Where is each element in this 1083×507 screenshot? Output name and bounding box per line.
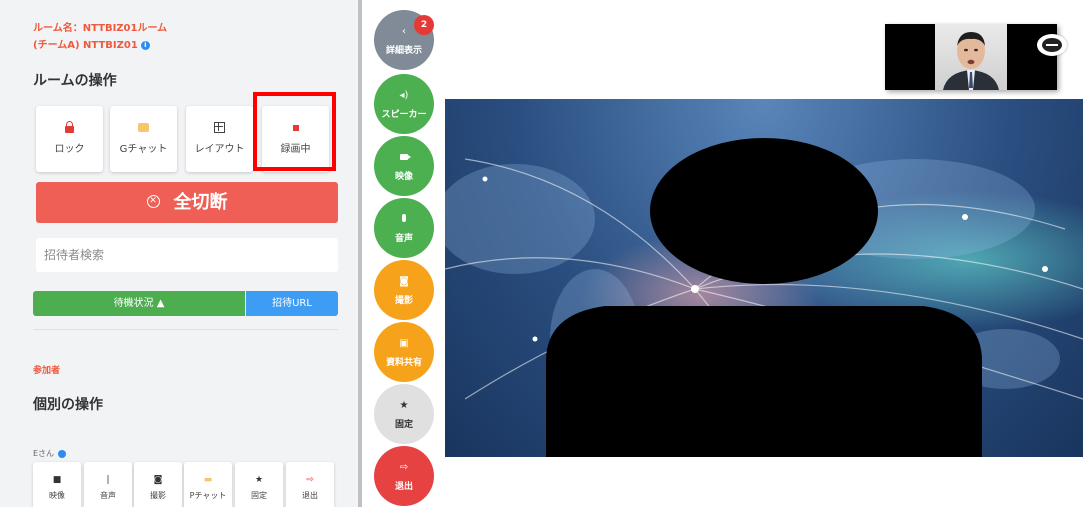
pin-label: 固定 bbox=[394, 420, 413, 430]
member-video-button[interactable]: ■ 映像 bbox=[33, 462, 81, 507]
member-private-chat-button[interactable]: ▬ Pチャット bbox=[184, 462, 232, 507]
layout-button[interactable]: レイアウト bbox=[186, 106, 253, 172]
room-control-panel: ルーム名：NTTBIZ01ルーム (チームA) NTTBIZ01 i ルームの操作… bbox=[0, 0, 362, 507]
individual-ops-title: 個別の操作 bbox=[33, 397, 103, 413]
speaker-icon: ◂) bbox=[399, 90, 409, 101]
participants-label: 参加者 bbox=[33, 366, 61, 376]
member-pin-label: 固定 bbox=[251, 491, 267, 500]
snapshot-label: 撮影 bbox=[394, 296, 413, 306]
self-video-thumbnail bbox=[935, 24, 1007, 90]
speaker-label: スピーカー bbox=[381, 110, 427, 120]
layout-icon bbox=[186, 122, 253, 134]
disconnect-all-label: 全切断 bbox=[173, 192, 228, 213]
world-network-background bbox=[445, 138, 1083, 457]
member-snapshot-button[interactable]: ◙ 撮影 bbox=[134, 462, 182, 507]
member-snapshot-label: 撮影 bbox=[150, 491, 166, 500]
room-name-line2: (チームA) NTTBIZ01 bbox=[33, 40, 138, 51]
recording-highlight-box bbox=[253, 92, 336, 171]
member-video-label: 映像 bbox=[49, 491, 65, 500]
video-button[interactable]: 映像 bbox=[374, 136, 434, 196]
detail-view-label: 詳細表示 bbox=[385, 46, 422, 56]
minimize-preview-button[interactable] bbox=[1037, 34, 1067, 56]
member-name-text: Eさん bbox=[33, 449, 55, 458]
document-share-label: 資料共有 bbox=[385, 358, 422, 368]
snapshot-button[interactable]: ◙ 撮影 bbox=[374, 260, 434, 320]
video-camera-icon bbox=[374, 152, 434, 164]
notification-badge: 2 bbox=[414, 15, 434, 35]
document-share-icon: ▣ bbox=[399, 338, 409, 349]
member-private-chat-label: Pチャット bbox=[189, 491, 227, 500]
lock-button[interactable]: ロック bbox=[36, 106, 103, 172]
microphone-icon bbox=[374, 214, 434, 226]
lock-icon bbox=[36, 121, 103, 134]
waiting-status-button[interactable]: 待機状況 ▲ bbox=[33, 291, 245, 316]
chat-icon: ▬ bbox=[203, 475, 213, 485]
lock-button-label: ロック bbox=[54, 144, 85, 155]
layout-button-label: レイアウト bbox=[194, 144, 245, 155]
self-video-preview[interactable] bbox=[885, 24, 1057, 90]
close-circle-icon: ✕ bbox=[146, 194, 160, 208]
member-audio-button[interactable]: | 音声 bbox=[84, 462, 132, 507]
audio-button[interactable]: 音声 bbox=[374, 198, 434, 258]
member-exit-button[interactable]: ⇨ 退出 bbox=[286, 462, 334, 507]
star-icon: ★ bbox=[399, 400, 409, 411]
divider bbox=[33, 329, 338, 330]
info-icon[interactable]: i bbox=[140, 40, 150, 50]
microphone-icon: | bbox=[106, 475, 110, 485]
room-ops-title: ルームの操作 bbox=[33, 73, 117, 89]
exit-icon: ⇨ bbox=[306, 475, 314, 485]
exit-icon: ⇨ bbox=[399, 462, 409, 473]
member-info-icon[interactable] bbox=[58, 449, 67, 458]
minus-icon bbox=[1046, 44, 1058, 46]
disconnect-all-button[interactable]: ✕ 全切断 bbox=[36, 182, 338, 223]
document-share-button[interactable]: ▣ 資料共有 bbox=[374, 322, 434, 382]
exit-label: 退出 bbox=[394, 482, 413, 492]
group-chat-button[interactable]: Gチャット bbox=[110, 106, 177, 172]
main-video-feed[interactable] bbox=[445, 99, 1083, 457]
group-chat-button-label: Gチャット bbox=[119, 144, 168, 155]
pin-button[interactable]: ★ 固定 bbox=[374, 384, 434, 444]
chat-icon bbox=[110, 122, 177, 134]
invite-url-button[interactable]: 招待URL bbox=[246, 291, 338, 316]
room-name-line1: ルーム名：NTTBIZ01ルーム bbox=[33, 23, 168, 34]
speaker-button[interactable]: ◂) スピーカー bbox=[374, 74, 434, 134]
star-icon: ★ bbox=[254, 475, 264, 485]
member-exit-label: 退出 bbox=[302, 491, 318, 500]
member-audio-label: 音声 bbox=[100, 491, 116, 500]
audio-label: 音声 bbox=[394, 234, 413, 244]
video-camera-icon: ■ bbox=[52, 475, 62, 485]
invitee-search-input[interactable] bbox=[36, 238, 338, 272]
exit-button[interactable]: ⇨ 退出 bbox=[374, 446, 434, 506]
camera-icon: ◙ bbox=[153, 475, 163, 485]
video-label: 映像 bbox=[394, 172, 413, 182]
camera-icon: ◙ bbox=[399, 276, 409, 287]
member-name: Eさん bbox=[33, 448, 67, 459]
member-pin-button[interactable]: ★ 固定 bbox=[235, 462, 283, 507]
room-name: ルーム名：NTTBIZ01ルーム (チームA) NTTBIZ01 i bbox=[33, 20, 167, 54]
